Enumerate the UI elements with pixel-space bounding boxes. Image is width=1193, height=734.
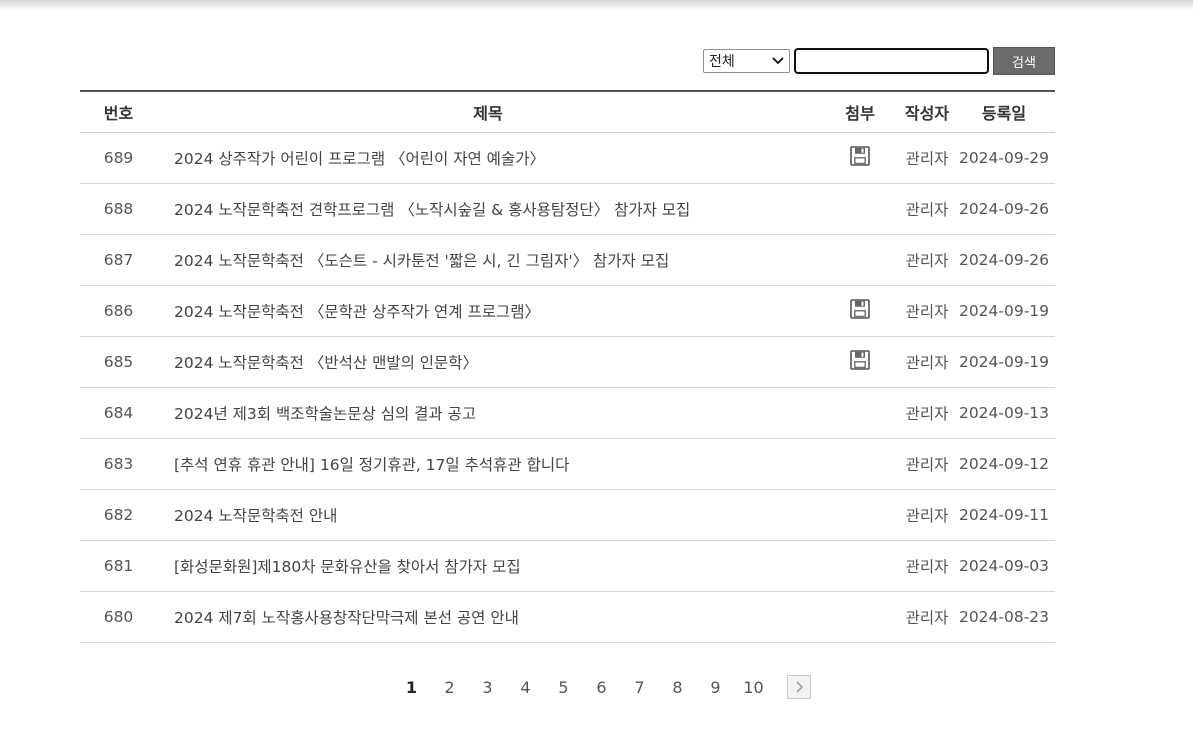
row-number: 688 bbox=[80, 183, 157, 235]
page-link-5[interactable]: 5 bbox=[545, 678, 583, 697]
page-link-7[interactable]: 7 bbox=[621, 678, 659, 697]
row-number: 683 bbox=[80, 438, 157, 490]
pagination: 1 2 3 4 5 6 7 8 9 10 bbox=[0, 673, 1193, 701]
page-link-6[interactable]: 6 bbox=[583, 678, 621, 697]
row-author: 관리자 bbox=[901, 285, 953, 337]
page-link-2[interactable]: 2 bbox=[431, 678, 469, 697]
search-category-value: 전체 bbox=[709, 54, 735, 70]
row-author: 관리자 bbox=[901, 132, 953, 184]
row-number: 684 bbox=[80, 387, 157, 439]
table-row[interactable]: 689 2024 상주작가 어린이 프로그램 〈어린이 자연 예술가〉 관리자 202… bbox=[80, 132, 1055, 184]
table-row[interactable]: 681 [화성문화원]제180차 문화유산을 찾아서 참가자 모집 관리자 2024-… bbox=[80, 540, 1055, 592]
page-link-3[interactable]: 3 bbox=[469, 678, 507, 697]
row-title-link[interactable]: 2024 노작문학축전 〈도슨트 - 시카툰전 '짧은 시, 긴 그림자'〉 참… bbox=[157, 234, 819, 286]
row-title-link[interactable]: 2024 노작문학축전 〈반석산 맨발의 인문학〉 bbox=[157, 336, 819, 388]
row-title-link[interactable]: 2024 제7회 노작홍사용창작단막극제 본선 공연 안내 bbox=[157, 591, 819, 643]
row-date: 2024-09-12 bbox=[953, 438, 1055, 490]
header-title: 제목 bbox=[157, 91, 819, 133]
row-attachment bbox=[819, 387, 901, 439]
table-row[interactable]: 680 2024 제7회 노작홍사용창작단막극제 본선 공연 안내 관리자 2024-… bbox=[80, 591, 1055, 643]
row-attachment bbox=[819, 489, 901, 541]
row-attachment bbox=[819, 438, 901, 490]
row-attachment bbox=[819, 285, 901, 337]
attachment-file-icon[interactable] bbox=[850, 350, 870, 374]
page-link-10[interactable]: 10 bbox=[735, 678, 773, 697]
row-author: 관리자 bbox=[901, 183, 953, 235]
table-row[interactable]: 686 2024 노작문학축전 〈문학관 상주작가 연계 프로그램〉 관리자 2024… bbox=[80, 285, 1055, 337]
search-button[interactable]: 검색 bbox=[993, 47, 1055, 75]
row-author: 관리자 bbox=[901, 489, 953, 541]
table-row[interactable]: 682 2024 노작문학축전 안내 관리자 2024-09-11 bbox=[80, 489, 1055, 541]
notice-board: 전체 검색 번호 제목 첨부 작성자 등록일 689 2024 상주작가 어린이 … bbox=[80, 47, 1055, 643]
row-number: 689 bbox=[80, 132, 157, 184]
page-link-1[interactable]: 1 bbox=[393, 678, 431, 697]
row-author: 관리자 bbox=[901, 336, 953, 388]
row-date: 2024-09-03 bbox=[953, 540, 1055, 592]
row-attachment bbox=[819, 591, 901, 643]
page-link-8[interactable]: 8 bbox=[659, 678, 697, 697]
row-title-link[interactable]: 2024 노작문학축전 안내 bbox=[157, 489, 819, 541]
top-shadow bbox=[0, 0, 1193, 10]
attachment-file-icon[interactable] bbox=[850, 146, 870, 170]
table-row[interactable]: 684 2024년 제3회 백조학술논문상 심의 결과 공고 관리자 2024-09-… bbox=[80, 387, 1055, 439]
table-row[interactable]: 687 2024 노작문학축전 〈도슨트 - 시카툰전 '짧은 시, 긴 그림자'… bbox=[80, 234, 1055, 286]
row-author: 관리자 bbox=[901, 438, 953, 490]
row-number: 687 bbox=[80, 234, 157, 286]
row-title-link[interactable]: [추석 연휴 휴관 안내] 16일 정기휴관, 17일 추석휴관 합니다 bbox=[157, 438, 819, 490]
row-title-link[interactable]: 2024 노작문학축전 견학프로그램 〈노작시숲길 & 홍사용탐정단〉 참가자 … bbox=[157, 183, 819, 235]
row-number: 686 bbox=[80, 285, 157, 337]
row-date: 2024-09-19 bbox=[953, 285, 1055, 337]
table-header-row: 번호 제목 첨부 작성자 등록일 bbox=[80, 91, 1055, 133]
chevron-down-icon bbox=[772, 57, 784, 65]
header-author: 작성자 bbox=[901, 91, 953, 133]
row-title-link[interactable]: 2024 상주작가 어린이 프로그램 〈어린이 자연 예술가〉 bbox=[157, 132, 819, 184]
row-number: 682 bbox=[80, 489, 157, 541]
row-date: 2024-09-29 bbox=[953, 132, 1055, 184]
row-author: 관리자 bbox=[901, 540, 953, 592]
board-table: 번호 제목 첨부 작성자 등록일 689 2024 상주작가 어린이 프로그램 〈… bbox=[80, 90, 1055, 643]
row-attachment bbox=[819, 540, 901, 592]
row-date: 2024-09-11 bbox=[953, 489, 1055, 541]
row-date: 2024-09-26 bbox=[953, 234, 1055, 286]
table-row[interactable]: 688 2024 노작문학축전 견학프로그램 〈노작시숲길 & 홍사용탐정단〉 참… bbox=[80, 183, 1055, 235]
row-title-link[interactable]: 2024 노작문학축전 〈문학관 상주작가 연계 프로그램〉 bbox=[157, 285, 819, 337]
row-number: 681 bbox=[80, 540, 157, 592]
search-category-select[interactable]: 전체 bbox=[703, 49, 790, 73]
row-number: 680 bbox=[80, 591, 157, 643]
row-attachment bbox=[819, 132, 901, 184]
search-bar: 전체 검색 bbox=[80, 47, 1055, 75]
row-title-link[interactable]: 2024년 제3회 백조학술논문상 심의 결과 공고 bbox=[157, 387, 819, 439]
row-date: 2024-09-13 bbox=[953, 387, 1055, 439]
search-input[interactable] bbox=[794, 48, 989, 74]
next-page-button[interactable] bbox=[786, 675, 811, 699]
table-row[interactable]: 683 [추석 연휴 휴관 안내] 16일 정기휴관, 17일 추석휴관 합니다 관… bbox=[80, 438, 1055, 490]
row-title-link[interactable]: [화성문화원]제180차 문화유산을 찾아서 참가자 모집 bbox=[157, 540, 819, 592]
header-number: 번호 bbox=[80, 91, 157, 133]
chevron-right-icon bbox=[795, 681, 803, 693]
page-numbers: 1 2 3 4 5 6 7 8 9 10 bbox=[393, 678, 773, 697]
row-date: 2024-09-26 bbox=[953, 183, 1055, 235]
attachment-file-icon[interactable] bbox=[850, 299, 870, 323]
row-date: 2024-09-19 bbox=[953, 336, 1055, 388]
row-date: 2024-08-23 bbox=[953, 591, 1055, 643]
header-attachment: 첨부 bbox=[819, 91, 901, 133]
page-link-9[interactable]: 9 bbox=[697, 678, 735, 697]
table-row[interactable]: 685 2024 노작문학축전 〈반석산 맨발의 인문학〉 관리자 2024-09-1… bbox=[80, 336, 1055, 388]
row-number: 685 bbox=[80, 336, 157, 388]
page-link-4[interactable]: 4 bbox=[507, 678, 545, 697]
row-author: 관리자 bbox=[901, 234, 953, 286]
row-author: 관리자 bbox=[901, 387, 953, 439]
row-attachment bbox=[819, 336, 901, 388]
row-author: 관리자 bbox=[901, 591, 953, 643]
header-date: 등록일 bbox=[953, 91, 1055, 133]
row-attachment bbox=[819, 234, 901, 286]
row-attachment bbox=[819, 183, 901, 235]
